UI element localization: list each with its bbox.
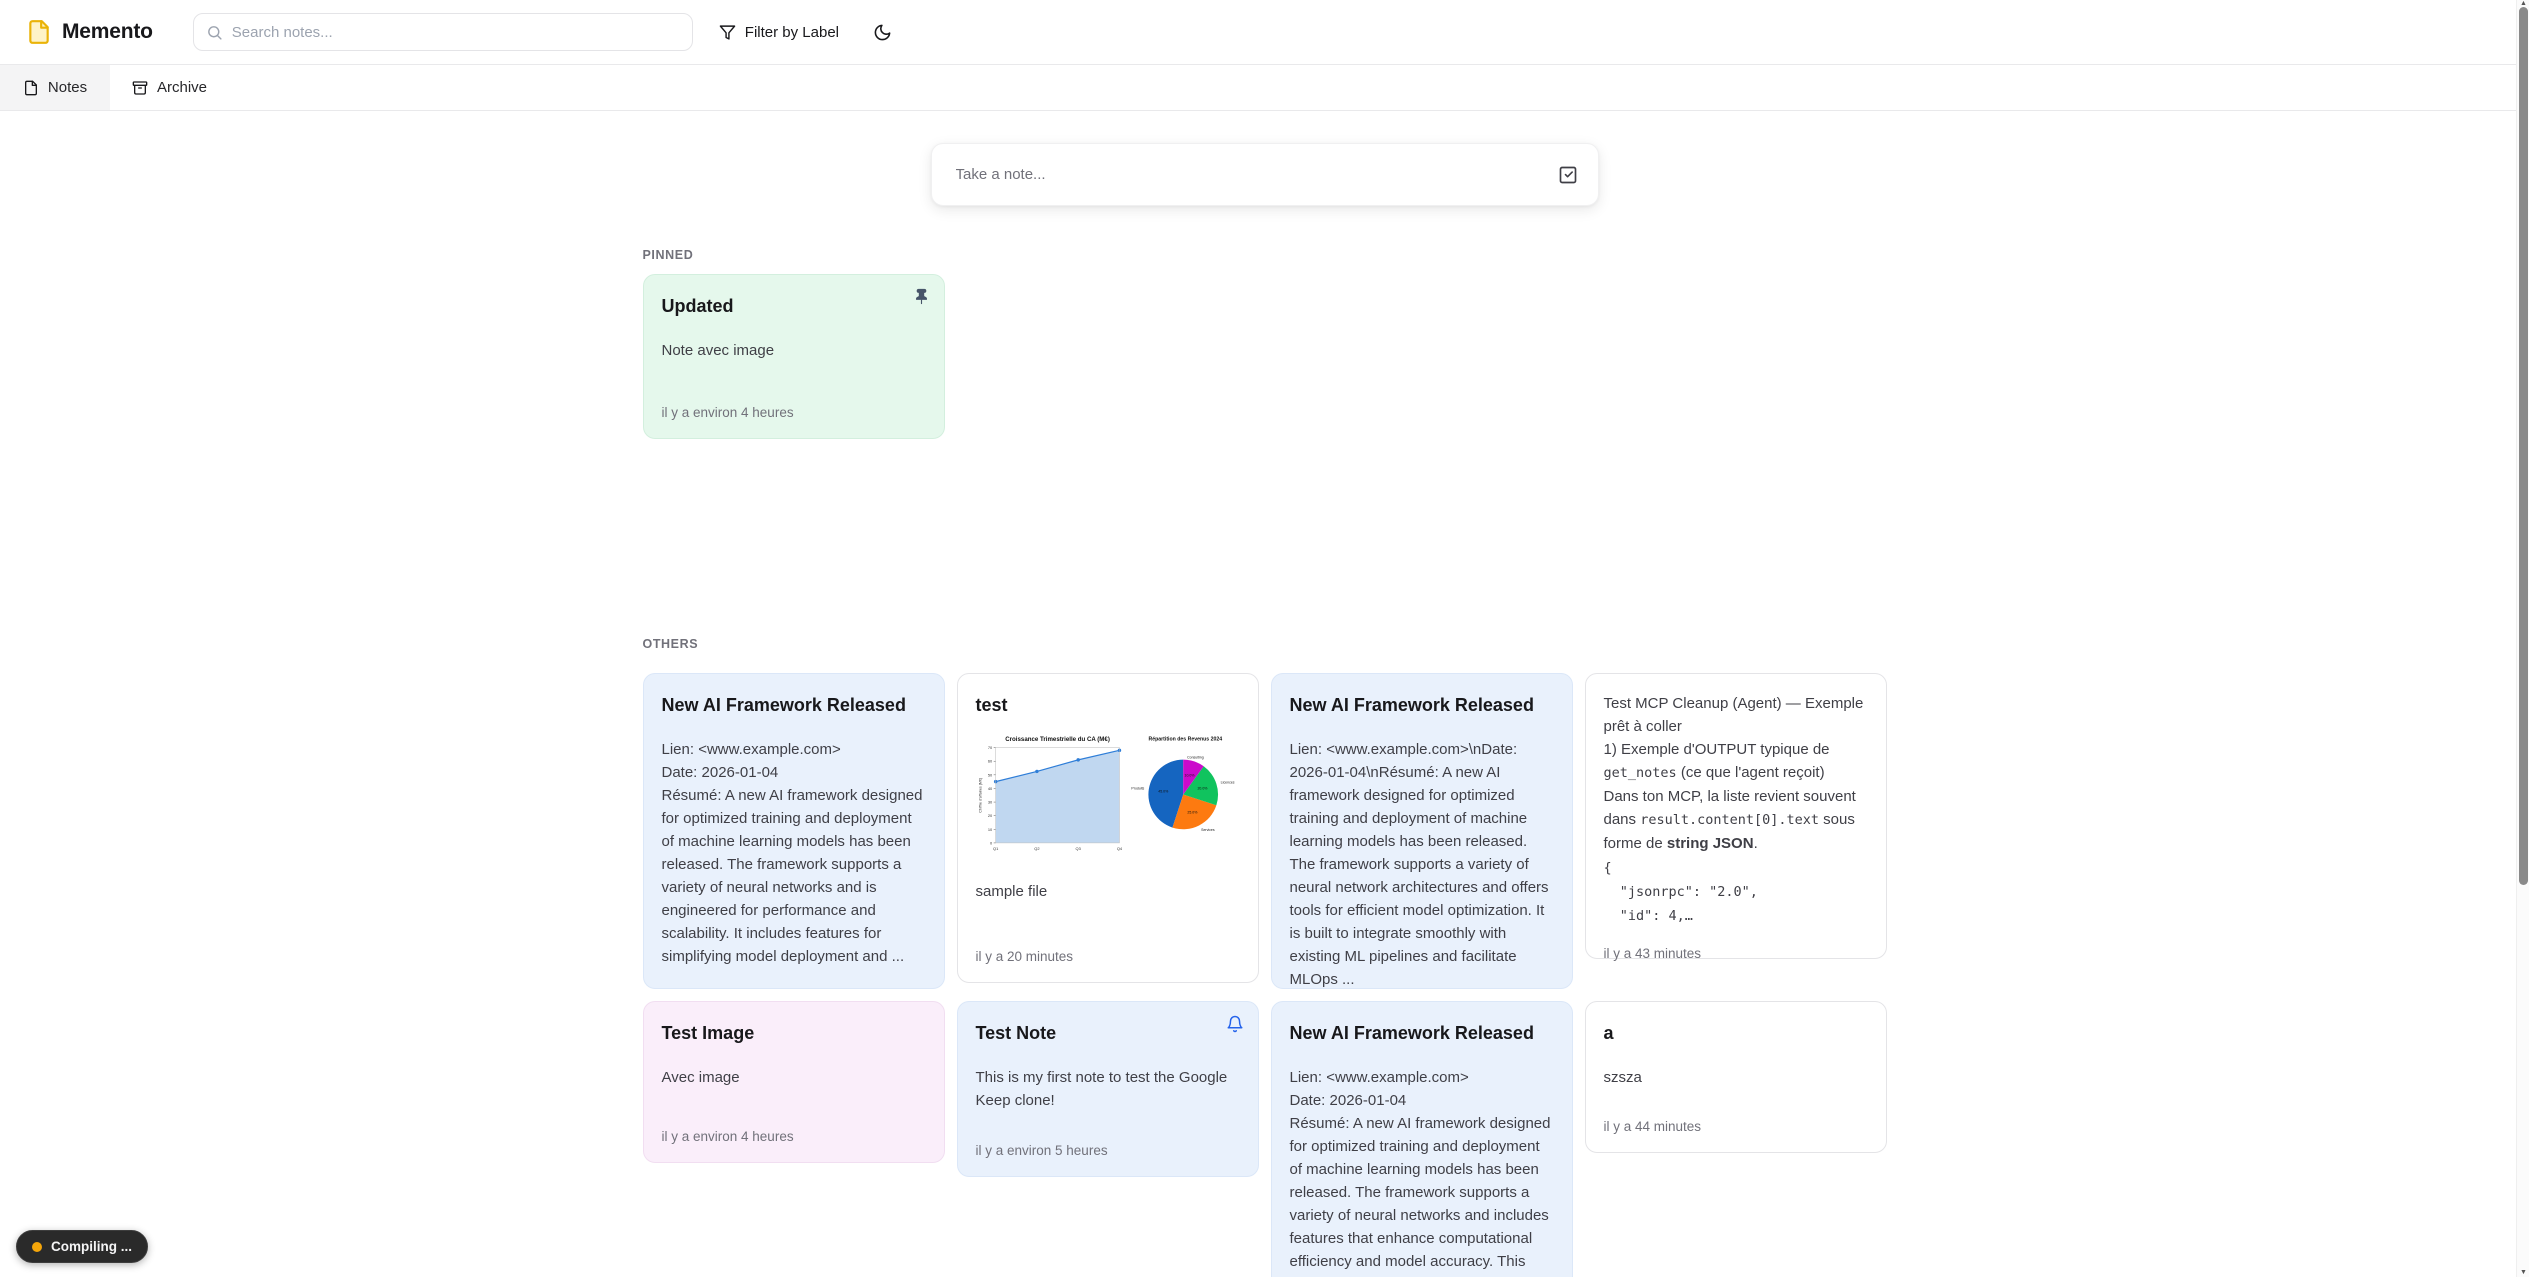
app-logo: Memento bbox=[26, 19, 153, 45]
svg-text:Q2: Q2 bbox=[1034, 846, 1039, 851]
svg-text:Q1: Q1 bbox=[993, 846, 998, 851]
tab-archive[interactable]: Archive bbox=[110, 65, 229, 110]
svg-text:Consulting: Consulting bbox=[1187, 755, 1204, 759]
pie-chart-image: Répartition des Revenus 2024 Produits 45.0… bbox=[1131, 732, 1240, 842]
tab-bar: Notes Archive bbox=[0, 64, 2529, 111]
svg-text:Répartition des Revenus 2024: Répartition des Revenus 2024 bbox=[1148, 737, 1222, 743]
note-card-a[interactable]: a szsza il y a 44 minutes bbox=[1585, 1001, 1887, 1153]
file-icon bbox=[23, 80, 39, 96]
note-title: Test Image bbox=[662, 1020, 926, 1046]
note-title: New AI Framework Released bbox=[662, 692, 926, 718]
svg-text:25.0%: 25.0% bbox=[1187, 811, 1197, 815]
page-title: Memento bbox=[62, 20, 153, 44]
svg-text:20.0%: 20.0% bbox=[1197, 786, 1207, 790]
svg-text:45.0%: 45.0% bbox=[1158, 790, 1168, 794]
note-body: Test MCP Cleanup (Agent) — Exemple prêt … bbox=[1604, 692, 1868, 928]
search-box bbox=[193, 13, 693, 51]
bell-icon[interactable] bbox=[1226, 1015, 1244, 1033]
dark-mode-toggle[interactable] bbox=[873, 23, 892, 42]
note-timestamp: il y a 20 minutes bbox=[976, 949, 1240, 964]
dev-status-label: Compiling ... bbox=[51, 1239, 132, 1254]
header: Memento Filter by Label bbox=[0, 0, 2529, 64]
archive-icon bbox=[132, 80, 148, 96]
line-chart-image: Croissance Trimestrielle du CA (M€)01020… bbox=[976, 732, 1123, 860]
note-timestamp: il y a 44 minutes bbox=[1604, 1119, 1868, 1134]
note-title: test bbox=[976, 692, 1240, 718]
check-square-icon bbox=[1558, 165, 1578, 185]
note-title: a bbox=[1604, 1020, 1868, 1046]
note-title: New AI Framework Released bbox=[1290, 692, 1554, 718]
note-card-ai-framework-3[interactable]: New AI Framework Released Lien: <www.exa… bbox=[1271, 1001, 1573, 1277]
scrollbar-track[interactable]: ▲ ▼ bbox=[2516, 0, 2529, 1277]
scrollbar-up-arrow[interactable]: ▲ bbox=[2517, 0, 2529, 7]
tab-notes-label: Notes bbox=[48, 79, 87, 96]
note-timestamp: il y a environ 4 heures bbox=[662, 1129, 926, 1144]
others-grid: New AI Framework Released Lien: <www.exa… bbox=[643, 673, 1887, 1277]
new-checklist-button[interactable] bbox=[1552, 159, 1584, 191]
note-body: Note avec image bbox=[662, 339, 926, 362]
tab-archive-label: Archive bbox=[157, 79, 207, 96]
svg-text:Croissance Trimestrielle du CA: Croissance Trimestrielle du CA (M€) bbox=[1005, 736, 1110, 743]
note-attachments: Croissance Trimestrielle du CA (M€)01020… bbox=[976, 732, 1240, 860]
status-dot-icon bbox=[32, 1242, 42, 1252]
note-body: This is my first note to test the Google… bbox=[976, 1066, 1240, 1112]
note-card-test-note[interactable]: Test Note This is my first note to test … bbox=[957, 1001, 1259, 1177]
scrollbar-down-arrow[interactable]: ▼ bbox=[2517, 1269, 2529, 1276]
note-title: New AI Framework Released bbox=[1290, 1020, 1554, 1046]
note-title: Updated bbox=[662, 293, 926, 319]
note-card-updated[interactable]: Updated Note avec image il y a environ 4… bbox=[643, 274, 945, 439]
note-timestamp: il y a environ 4 heures bbox=[662, 405, 926, 420]
note-body: sample file bbox=[976, 880, 1240, 903]
tab-notes[interactable]: Notes bbox=[0, 65, 110, 110]
note-body: Lien: <www.example.com> Date: 2026-01-04… bbox=[1290, 1066, 1554, 1277]
note-card-ai-framework-2[interactable]: New AI Framework Released Lien: <www.exa… bbox=[1271, 673, 1573, 989]
file-logo-icon bbox=[26, 19, 52, 45]
search-input[interactable] bbox=[232, 24, 680, 41]
svg-text:Q3: Q3 bbox=[1075, 846, 1081, 851]
svg-text:Produits: Produits bbox=[1131, 787, 1144, 791]
note-title: Test Note bbox=[976, 1020, 1240, 1046]
note-card-mcp-cleanup[interactable]: Test MCP Cleanup (Agent) — Exemple prêt … bbox=[1585, 673, 1887, 959]
note-body: szsza bbox=[1604, 1066, 1868, 1089]
svg-text:Licences: Licences bbox=[1221, 781, 1235, 785]
note-body: Lien: <www.example.com>\nDate: 2026-01-0… bbox=[1290, 738, 1554, 989]
filter-button-label: Filter by Label bbox=[745, 24, 839, 41]
note-timestamp: il y a environ 5 heures bbox=[976, 1143, 1240, 1158]
svg-text:Chiffre d'affaires (M€): Chiffre d'affaires (M€) bbox=[978, 778, 982, 813]
scrollbar-thumb[interactable] bbox=[2519, 7, 2528, 885]
pinned-section-label: PINNED bbox=[643, 248, 1887, 262]
pinned-grid: Updated Note avec image il y a environ 4… bbox=[643, 274, 1887, 439]
svg-text:Services: Services bbox=[1201, 828, 1215, 832]
note-composer bbox=[931, 143, 1599, 206]
pin-icon[interactable] bbox=[913, 288, 930, 305]
take-a-note-input[interactable] bbox=[946, 154, 1542, 195]
others-section-label: OTHERS bbox=[643, 637, 1887, 651]
note-card-test[interactable]: test Croissance Trimestrielle du CA (M€)… bbox=[957, 673, 1259, 983]
note-card-ai-framework-1[interactable]: New AI Framework Released Lien: <www.exa… bbox=[643, 673, 945, 989]
note-card-test-image[interactable]: Test Image Avec image il y a environ 4 h… bbox=[643, 1001, 945, 1163]
note-body: Lien: <www.example.com> Date: 2026-01-04… bbox=[662, 738, 926, 968]
note-timestamp: il y a 43 minutes bbox=[1604, 946, 1868, 961]
svg-text:10.0%: 10.0% bbox=[1184, 773, 1194, 777]
notes-board: PINNED Updated Note avec image il y a en… bbox=[643, 248, 1887, 1277]
moon-icon bbox=[873, 23, 892, 42]
filter-by-label-button[interactable]: Filter by Label bbox=[719, 24, 839, 41]
note-body: Avec image bbox=[662, 1066, 926, 1089]
svg-text:Q4: Q4 bbox=[1116, 846, 1122, 851]
search-icon bbox=[206, 24, 223, 41]
dev-status-badge[interactable]: Compiling ... bbox=[16, 1230, 148, 1263]
filter-icon bbox=[719, 24, 736, 41]
